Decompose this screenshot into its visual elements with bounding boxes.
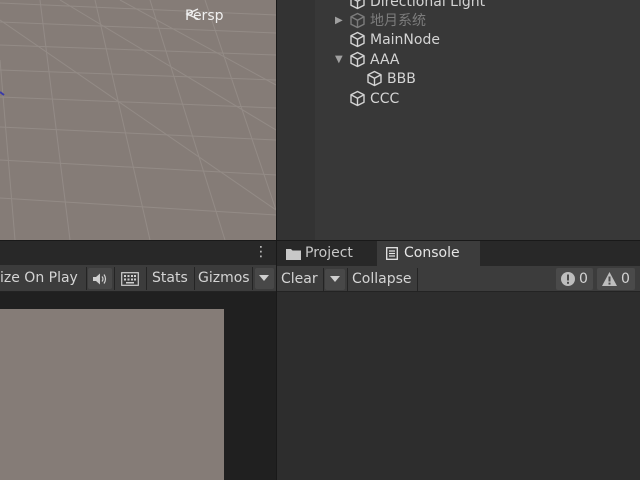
tab-console[interactable]: Console (377, 241, 480, 266)
gizmos-dropdown-button[interactable] (255, 268, 274, 289)
hierarchy-gutter (277, 0, 315, 240)
speaker-icon (93, 273, 107, 285)
warning-count-toggle[interactable]: 0 (597, 268, 635, 290)
hierarchy-item-label: BBB (387, 71, 416, 87)
gameobject-cube-icon (350, 31, 365, 48)
console-icon (386, 247, 398, 260)
game-view-toolbar: ize On Play Stats Gizmos (0, 265, 276, 292)
perspective-icon (185, 8, 199, 20)
toolbar-divider (86, 267, 87, 290)
warning-count: 0 (621, 271, 630, 287)
gameobject-cube-icon (350, 0, 365, 10)
console-log-area[interactable] (277, 292, 640, 480)
toolbar-divider (347, 268, 348, 291)
toolbar-divider (252, 267, 253, 290)
toolbar-divider (417, 268, 418, 291)
tab-label: Project (305, 245, 353, 261)
error-count: 0 (579, 271, 588, 287)
keyboard-shortcut-button[interactable] (117, 268, 143, 289)
collapse-button[interactable]: Collapse (352, 266, 412, 292)
camera-mode-label[interactable]: Persp (185, 8, 224, 24)
gameobject-cube-icon (350, 12, 365, 29)
toolbar-divider (323, 268, 324, 291)
panel-menu-icon[interactable]: ⋮ (254, 244, 268, 260)
hierarchy-item-label: CCC (370, 91, 400, 107)
warning-icon (602, 272, 617, 286)
dropdown-arrow-icon (330, 276, 340, 282)
maximize-on-play-button[interactable]: ize On Play (0, 265, 78, 292)
clear-options-dropdown[interactable] (325, 269, 345, 290)
toolbar-divider (114, 267, 115, 290)
game-view-tabbar: ⋮ (0, 241, 276, 265)
gameobject-cube-icon (350, 90, 365, 107)
error-icon (561, 272, 575, 286)
hierarchy-item-label: MainNode (370, 32, 440, 48)
scene-view[interactable]: Persp (0, 0, 276, 240)
stats-button[interactable]: Stats (152, 265, 188, 292)
mute-audio-button[interactable] (88, 268, 112, 289)
tab-project[interactable]: Project (280, 241, 375, 266)
console-tabbar: Project Console (277, 241, 640, 266)
collapse-arrow-icon[interactable]: ▼ (335, 50, 345, 70)
console-toolbar: Clear Collapse 0 0 (277, 266, 640, 292)
expand-arrow-icon[interactable]: ▶ (335, 11, 345, 31)
error-count-toggle[interactable]: 0 (556, 268, 593, 290)
hierarchy-item-label: AAA (370, 52, 400, 68)
toolbar-divider (146, 267, 147, 290)
scene-grid (0, 0, 276, 240)
gizmos-button[interactable]: Gizmos (198, 265, 250, 292)
gameobject-cube-icon (350, 51, 365, 68)
folder-icon (286, 249, 301, 260)
clear-button[interactable]: Clear (281, 266, 318, 292)
tab-label: Console (404, 245, 460, 261)
dropdown-arrow-icon (259, 275, 269, 281)
gameobject-cube-icon (367, 70, 382, 87)
game-render-surface[interactable] (0, 309, 224, 480)
hierarchy-panel (277, 0, 640, 240)
hierarchy-item-label: 地月系统 (370, 13, 426, 29)
keyboard-icon (121, 272, 139, 286)
toolbar-divider (194, 267, 195, 290)
